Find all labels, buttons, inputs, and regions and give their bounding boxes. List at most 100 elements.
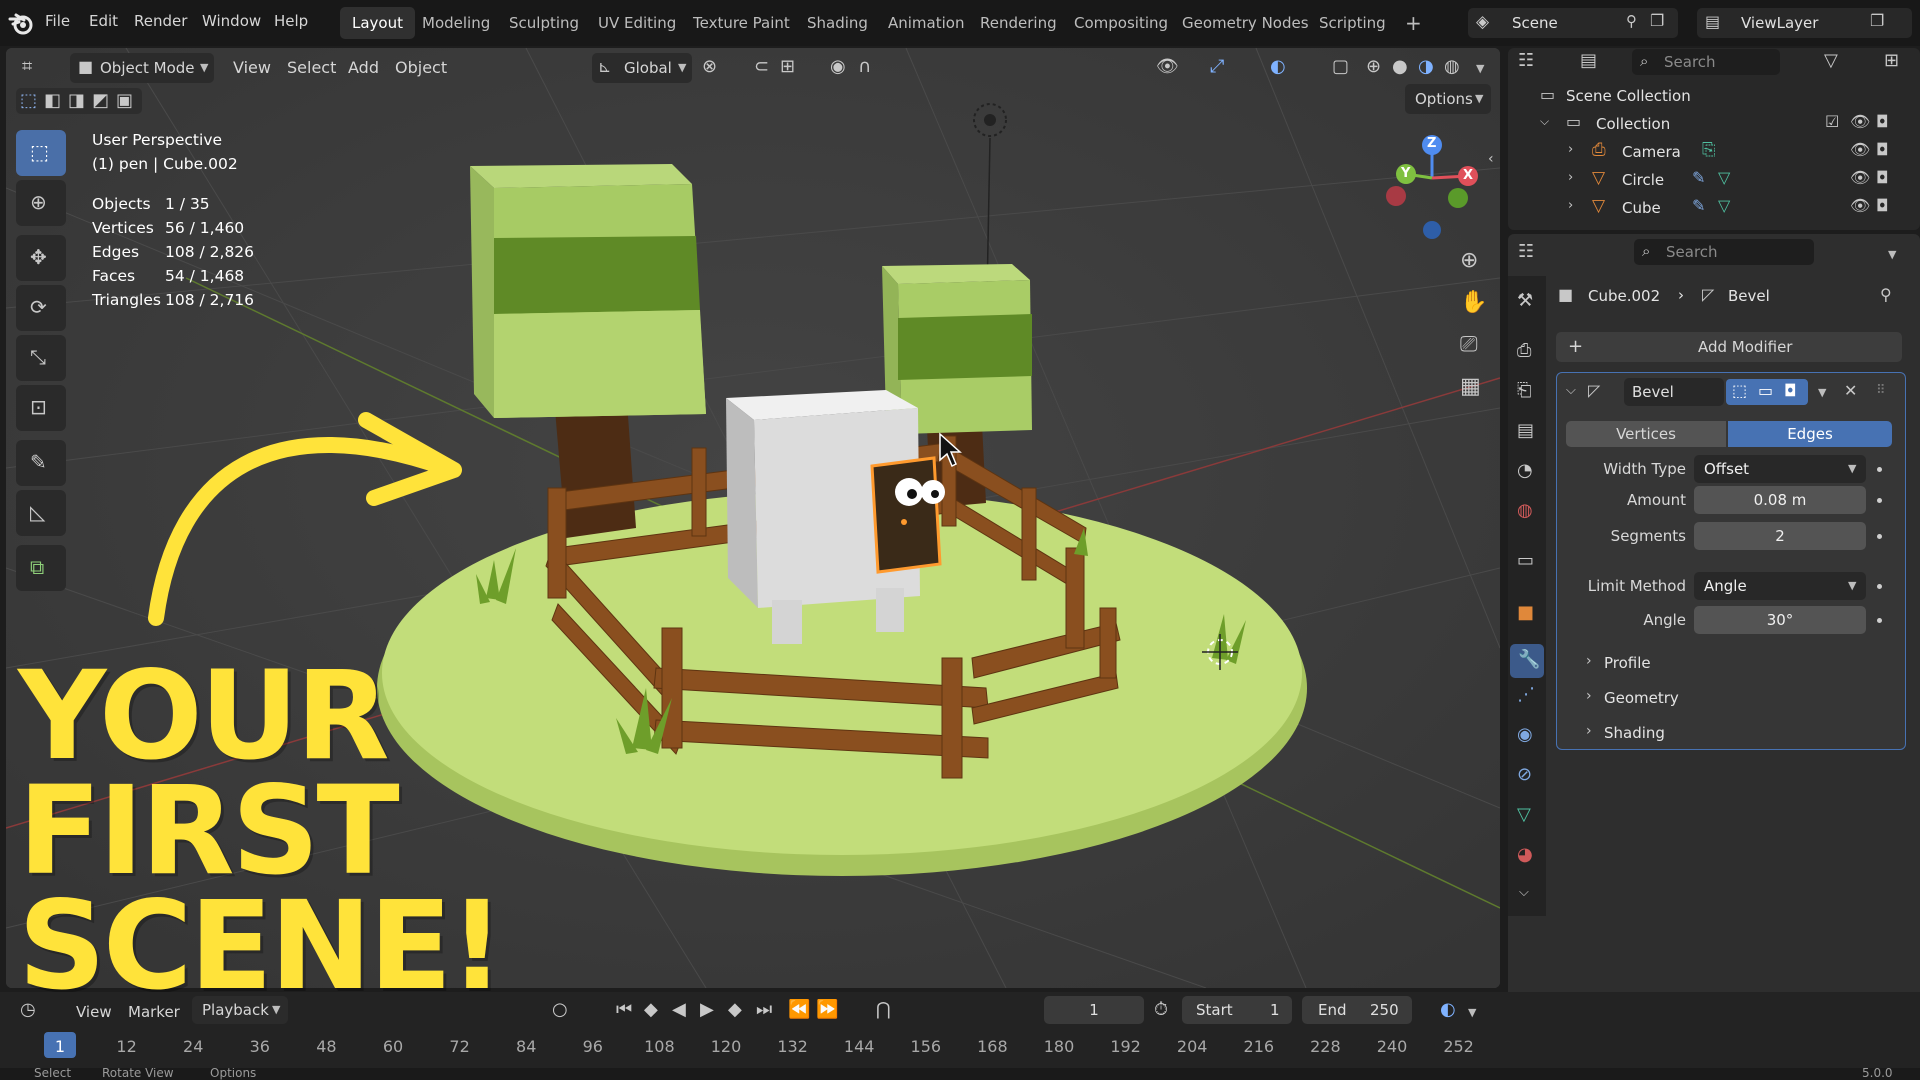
- view-layer-tab-icon[interactable]: ▤: [1517, 422, 1534, 440]
- outliner-collection[interactable]: Collection: [1596, 115, 1670, 133]
- perspective-toggle-icon[interactable]: ▦: [1460, 376, 1481, 398]
- annotate-tool[interactable]: ✎: [16, 440, 66, 486]
- properties-search-input[interactable]: ⌕ Search: [1634, 239, 1814, 265]
- filter-icon[interactable]: ▽: [1824, 52, 1838, 70]
- outliner-search-input[interactable]: ⌕ Search: [1632, 49, 1780, 75]
- outliner-item-camera[interactable]: Camera: [1622, 143, 1681, 161]
- expand-chevron-icon[interactable]: ›: [1568, 199, 1573, 212]
- scene-tab-icon[interactable]: ◔: [1517, 462, 1533, 480]
- camera-view-icon[interactable]: ⎚: [1460, 334, 1478, 356]
- next-keyframe-icon[interactable]: ◆: [728, 1001, 742, 1019]
- overlay-toggle-icon[interactable]: ◐: [1270, 58, 1286, 76]
- menu-edit[interactable]: Edit: [89, 12, 118, 30]
- play-icon[interactable]: ▶: [700, 1001, 714, 1019]
- falloff-icon[interactable]: ∩: [858, 58, 871, 76]
- rendered-shading-icon[interactable]: ◍: [1444, 58, 1460, 76]
- world-tab-icon[interactable]: ◍: [1517, 502, 1533, 520]
- tab-sculpting[interactable]: Sculpting: [497, 7, 591, 39]
- eye-icon[interactable]: 👁: [1850, 142, 1870, 158]
- rotate-tool[interactable]: ⟳: [16, 285, 66, 331]
- prev-keyframe-icon[interactable]: ◆: [644, 1001, 658, 1019]
- width-type-dropdown[interactable]: Offset ▼: [1694, 455, 1866, 483]
- menu-select[interactable]: Select: [287, 58, 336, 77]
- drag-handle-icon[interactable]: ⠿: [1876, 384, 1886, 397]
- sidebar-toggle-chevron-icon[interactable]: ‹: [1488, 152, 1494, 166]
- snap-icon[interactable]: ⊂: [754, 58, 769, 76]
- camera-render-icon[interactable]: ◘: [1876, 170, 1889, 186]
- select-subtract-icon[interactable]: ◨: [68, 92, 85, 110]
- tab-uv-editing[interactable]: UV Editing: [586, 7, 688, 39]
- pivot-icon[interactable]: ⊗: [702, 58, 717, 76]
- playback-dropdown[interactable]: Playback ▼: [192, 996, 288, 1024]
- add-workspace-button[interactable]: +: [1393, 7, 1434, 39]
- jump-end-icon[interactable]: ⏭: [756, 1001, 772, 1019]
- physics-tab-icon[interactable]: ◉: [1517, 726, 1533, 744]
- shading-subpanel-header[interactable]: › Shading: [1580, 720, 1880, 746]
- output-tab-icon[interactable]: ⎗: [1517, 382, 1531, 400]
- tab-shading[interactable]: Shading: [795, 7, 880, 39]
- object-mode-dropdown[interactable]: ■ Object Mode ▼: [70, 53, 214, 83]
- limit-method-dropdown[interactable]: Angle ▼: [1694, 572, 1866, 600]
- modifier-name-field[interactable]: Bevel: [1624, 378, 1724, 406]
- start-frame-field[interactable]: Start 1: [1182, 996, 1292, 1024]
- visibility-icon[interactable]: 👁: [1156, 58, 1179, 76]
- solid-shading-icon[interactable]: ●: [1392, 58, 1408, 76]
- cursor-tool[interactable]: ⊕: [16, 180, 66, 226]
- proportional-edit-icon[interactable]: ◉: [830, 58, 846, 76]
- chevron-down-icon[interactable]: ▼: [1468, 1006, 1476, 1019]
- select-intersect-icon[interactable]: ▣: [116, 92, 133, 110]
- stopwatch-icon[interactable]: ⏱: [1154, 1001, 1168, 1019]
- play-reverse-icon[interactable]: ◀: [672, 1001, 686, 1019]
- amount-field[interactable]: 0.08 m: [1694, 486, 1866, 514]
- outliner-editor-type-icon[interactable]: ☷: [1518, 52, 1534, 70]
- new-scene-icon[interactable]: ❐: [1650, 13, 1664, 29]
- outliner-scene-collection[interactable]: Scene Collection: [1566, 87, 1691, 105]
- scale-tool[interactable]: ⤡: [16, 335, 66, 381]
- display-mode-icon[interactable]: ▤: [1580, 52, 1597, 70]
- constraints-tab-icon[interactable]: ⊘: [1517, 766, 1532, 784]
- edit-mode-toggle-icon[interactable]: ⬚: [1732, 383, 1747, 399]
- tab-compositing[interactable]: Compositing: [1062, 7, 1180, 39]
- tabs-more-chevron-icon[interactable]: ⌵: [1519, 886, 1529, 899]
- profile-subpanel-header[interactable]: › Profile: [1580, 650, 1880, 676]
- camera-render-icon[interactable]: ◘: [1876, 198, 1889, 214]
- properties-editor-type-icon[interactable]: ☷: [1518, 243, 1534, 261]
- end-frame-field[interactable]: End 250: [1302, 996, 1412, 1024]
- wireframe-shading-icon[interactable]: ⊕: [1366, 58, 1381, 76]
- tab-layout[interactable]: Layout: [340, 7, 415, 39]
- add-cube-tool[interactable]: ⧉: [16, 545, 66, 591]
- timeline-menu-view[interactable]: View: [76, 1003, 112, 1021]
- prev-marker-icon[interactable]: ⏪: [788, 1001, 810, 1019]
- eye-icon[interactable]: 👁: [1850, 198, 1870, 214]
- transform-orientation-dropdown[interactable]: ⊾ Global ▼: [592, 53, 692, 83]
- menu-render[interactable]: Render: [134, 12, 187, 30]
- outliner-item-circle[interactable]: Circle: [1622, 171, 1664, 189]
- menu-object[interactable]: Object: [395, 58, 447, 77]
- material-tab-icon[interactable]: ◕: [1517, 846, 1533, 864]
- select-box-tool[interactable]: ⬚: [16, 130, 66, 176]
- collection-tab-icon[interactable]: ▭: [1517, 552, 1534, 570]
- transform-tool[interactable]: ⊡: [16, 385, 66, 431]
- add-modifier-button[interactable]: + Add Modifier: [1556, 332, 1902, 362]
- view-layer-selector[interactable]: ▤ ViewLayer ❐: [1697, 8, 1912, 38]
- object-tab-icon[interactable]: ■: [1517, 604, 1534, 622]
- checkbox-icon[interactable]: ☑: [1825, 114, 1839, 130]
- tab-animation[interactable]: Animation: [876, 7, 976, 39]
- options-dropdown[interactable]: Options ▼: [1405, 84, 1491, 114]
- eye-icon[interactable]: 👁: [1850, 114, 1870, 130]
- camera-render-icon[interactable]: ◘: [1876, 114, 1889, 130]
- measure-tool[interactable]: ◺: [16, 490, 66, 536]
- camera-render-icon[interactable]: ◘: [1876, 142, 1889, 158]
- blender-logo-icon[interactable]: [8, 11, 34, 35]
- timeline-overlay-icon[interactable]: ◐: [1440, 1001, 1456, 1019]
- pan-hand-icon[interactable]: ✋: [1460, 292, 1487, 314]
- timeline-editor-type-icon[interactable]: ◷: [20, 1001, 36, 1019]
- move-tool[interactable]: ✥: [16, 235, 66, 281]
- tab-texture-paint[interactable]: Texture Paint: [681, 7, 802, 39]
- modifier-menu-chevron-icon[interactable]: ▼: [1818, 386, 1826, 399]
- material-shading-icon[interactable]: ◑: [1418, 58, 1434, 76]
- modifier-tab[interactable]: 🔧: [1510, 644, 1544, 678]
- select-extend-icon[interactable]: ◧: [44, 92, 61, 110]
- properties-options-chevron-icon[interactable]: ▼: [1888, 248, 1896, 261]
- select-new-icon[interactable]: ⬚: [20, 92, 37, 110]
